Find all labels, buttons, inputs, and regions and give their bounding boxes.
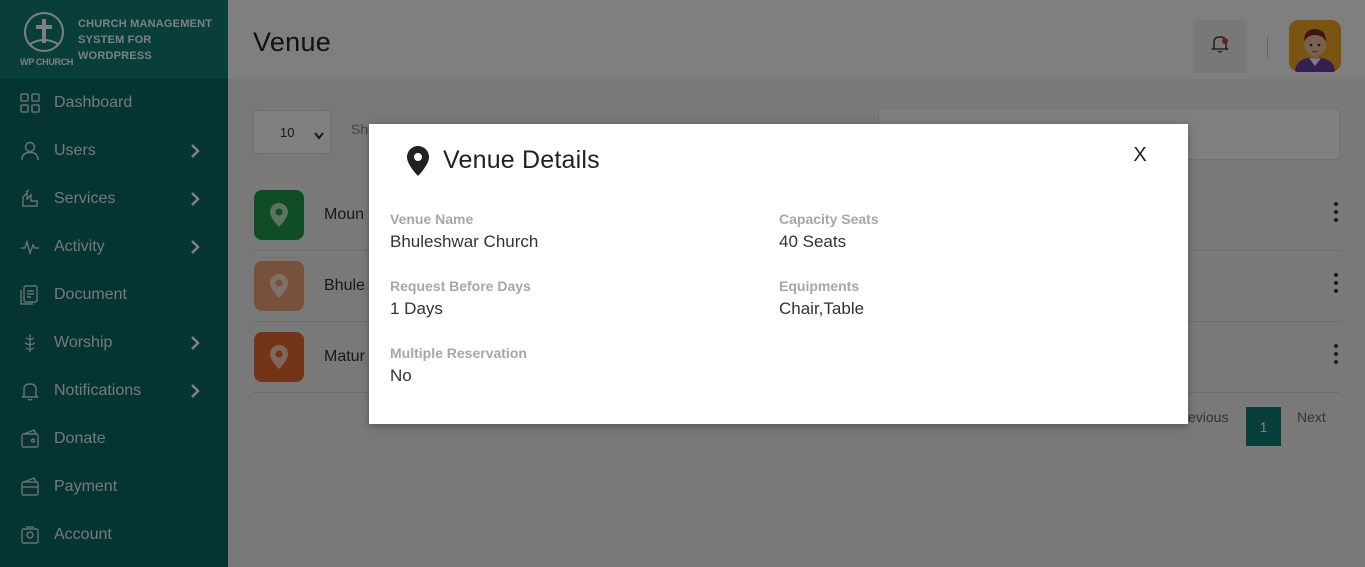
venue-details-modal: Venue Details X Venue Name Bhuleshwar Ch… (369, 124, 1188, 424)
field-label: Request Before Days (390, 278, 531, 294)
field-label: Capacity Seats (779, 211, 879, 227)
close-button[interactable]: X (1129, 144, 1151, 168)
capacity-field: Capacity Seats 40 Seats (779, 211, 1139, 252)
venue-name-field: Venue Name Bhuleshwar Church (390, 211, 750, 252)
field-label: Venue Name (390, 211, 474, 227)
map-pin-icon (407, 146, 431, 176)
modal-title: Venue Details (443, 146, 600, 174)
field-label: Multiple Reservation (390, 345, 527, 361)
field-value: 40 Seats (779, 232, 847, 251)
request-before-field: Request Before Days 1 Days (390, 278, 750, 319)
field-value: Chair,Table (779, 299, 865, 318)
multiple-reservation-field: Multiple Reservation No (390, 345, 750, 386)
field-value: No (390, 366, 412, 385)
equipments-field: Equipments Chair,Table (779, 278, 1139, 319)
field-value: 1 Days (390, 299, 443, 318)
field-value: Bhuleshwar Church (390, 232, 539, 251)
field-label: Equipments (779, 278, 860, 294)
